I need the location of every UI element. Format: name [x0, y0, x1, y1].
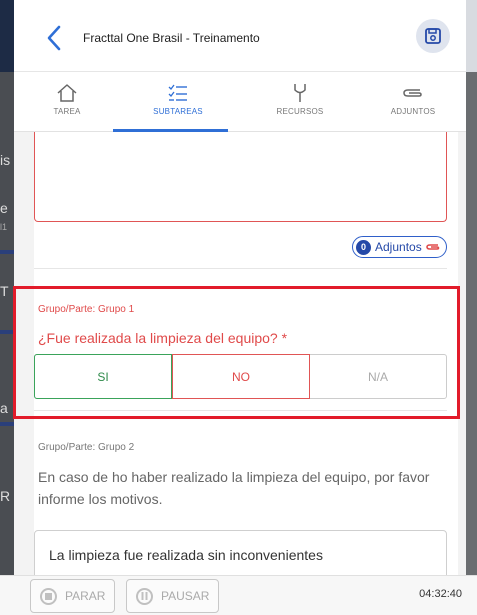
divider [34, 410, 447, 411]
background-page-right [466, 0, 477, 575]
tab-label: SUBTAREAS [153, 107, 203, 116]
pause-icon [136, 587, 153, 605]
task-timer: 04:32:40 [419, 588, 462, 600]
stop-label: PARAR [65, 589, 106, 603]
previous-text-field[interactable] [34, 132, 447, 222]
back-button[interactable] [44, 24, 64, 52]
tab-adjuntos[interactable]: ADJUNTOS [363, 72, 463, 132]
paperclip-icon [403, 89, 422, 97]
background-text: l1 [0, 222, 8, 232]
background-text: T [0, 283, 9, 299]
answer-options: SI NO N/A [34, 354, 447, 399]
save-icon [425, 28, 441, 44]
attachments-label: Adjuntos [375, 240, 422, 254]
chevron-left-icon [47, 25, 61, 51]
subtasks-card: 0 Adjuntos Grupo/Parte: Grupo 1 ¿Fue rea… [34, 132, 458, 575]
question-text: En caso de ho haber realizado la limpiez… [38, 469, 430, 507]
pause-label: PAUSAR [161, 589, 210, 603]
pause-button[interactable]: PAUSAR [126, 579, 220, 613]
app-header: Fracttal One Brasil - Treinamento [14, 0, 466, 72]
tab-bar: TAREA SUBTAREAS RECURSOS ADJUNTOS [14, 72, 466, 132]
option-si-button[interactable]: SI [34, 354, 172, 399]
option-na-button[interactable]: N/A [310, 355, 446, 398]
background-text: R [0, 488, 11, 504]
stop-button[interactable]: PARAR [30, 579, 116, 613]
attachments-count-badge: 0 [356, 239, 371, 255]
tools-icon [294, 84, 306, 102]
tab-subtareas[interactable]: SUBTAREAS [128, 72, 228, 132]
save-button[interactable] [416, 19, 450, 53]
tab-label: ADJUNTOS [390, 107, 436, 116]
subtasks-content[interactable]: 0 Adjuntos Grupo/Parte: Grupo 1 ¿Fue rea… [14, 132, 466, 575]
tab-label: RECURSOS [276, 107, 324, 116]
task-footer: PARAR PAUSAR 04:32:40 [0, 575, 477, 615]
background-text: is [0, 152, 11, 168]
page-title: Fracttal One Brasil - Treinamento [83, 31, 260, 45]
background-text: a [0, 400, 8, 416]
tab-tarea[interactable]: TAREA [17, 72, 117, 132]
stop-icon [40, 587, 57, 605]
question-text: ¿Fue realizada la limpieza del equipo? * [38, 330, 288, 346]
home-icon [57, 84, 77, 102]
checklist-icon [168, 84, 187, 101]
question-group-label: Grupo/Parte: Grupo 1 [38, 304, 135, 315]
tab-recursos[interactable]: RECURSOS [250, 72, 350, 132]
tab-label: TAREA [53, 107, 81, 116]
option-no-button[interactable]: NO [172, 354, 310, 399]
attachments-chip[interactable]: 0 Adjuntos [352, 236, 447, 258]
paperclip-icon [425, 244, 440, 250]
divider [34, 268, 447, 269]
background-text: e [0, 200, 8, 216]
question-group-label: Grupo/Parte: Grupo 2 [38, 442, 135, 453]
answer-text-field[interactable]: La limpieza fue realizada sin inconvenie… [34, 530, 447, 575]
background-page-left: is e l1 T a R [0, 0, 14, 575]
